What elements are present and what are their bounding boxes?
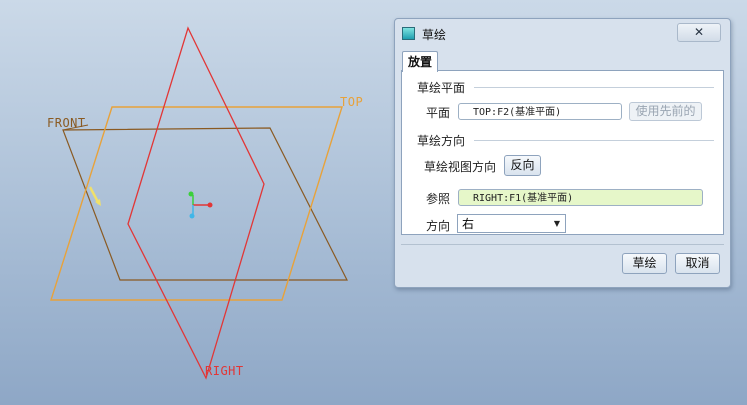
top-datum-plane[interactable] [50, 106, 343, 301]
front-plane-label: FRONT [47, 116, 86, 130]
cancel-button[interactable]: 取消 [675, 253, 720, 274]
right-plane-label: RIGHT [205, 364, 244, 378]
sketch-button[interactable]: 草绘 [622, 253, 667, 274]
close-button[interactable]: ✕ [677, 23, 721, 42]
divider [474, 140, 714, 141]
sketch-dialog: 草绘 ✕ 放置 草绘平面 平面 TOP:F2(基准平面) 使用先前的 草绘方向 … [394, 18, 731, 288]
sketch-icon [402, 27, 415, 40]
top-plane-label: TOP [340, 95, 364, 109]
direction-select-value: 右 [462, 217, 475, 231]
right-datum-plane[interactable] [127, 26, 265, 380]
reference-field[interactable]: RIGHT:F1(基准平面) [458, 189, 703, 206]
footer-divider [401, 244, 724, 245]
reference-label: 参照 [426, 192, 451, 206]
sketch-orientation-heading: 草绘方向 [417, 134, 466, 148]
dialog-title: 草绘 [422, 28, 447, 42]
plane-label: 平面 [426, 106, 451, 120]
sketch-plane-heading: 草绘平面 [417, 81, 466, 95]
divider [474, 87, 714, 88]
reverse-button[interactable]: 反向 [504, 155, 541, 176]
coordinate-system-icon [188, 191, 213, 219]
placement-panel: 草绘平面 平面 TOP:F2(基准平面) 使用先前的 草绘方向 草绘视图方向 反… [401, 70, 724, 235]
direction-label: 方向 [426, 219, 451, 233]
view-direction-label: 草绘视图方向 [424, 160, 497, 174]
dropdown-arrow-icon: ▼ [553, 219, 560, 228]
dialog-titlebar[interactable]: 草绘 ✕ [395, 19, 730, 47]
use-previous-button[interactable]: 使用先前的 [629, 102, 702, 121]
front-datum-plane[interactable] [62, 127, 348, 281]
plane-field[interactable]: TOP:F2(基准平面) [458, 103, 622, 120]
direction-select[interactable]: 右 ▼ [457, 214, 566, 233]
tab-placement[interactable]: 放置 [402, 51, 438, 72]
close-icon: ✕ [693, 25, 705, 39]
